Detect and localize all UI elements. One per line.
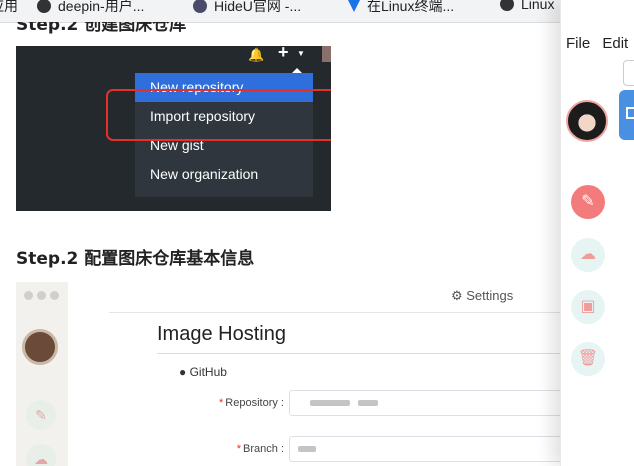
gallery-icon[interactable]: ▣ [571,290,605,324]
bookmark-label: deepin-用户... [58,0,145,14]
avatar [566,100,608,142]
settings-label: ⚙ Settings [451,288,514,303]
bell-icon: 🔔 [248,47,265,62]
globe-icon [500,0,514,11]
required-mark: * [236,443,242,455]
required-mark: * [219,397,224,409]
menu-item-new-organization[interactable]: New organization [135,160,313,189]
window-dot [24,291,33,300]
divider [109,312,560,313]
bookmark-linux[interactable]: Linux [500,0,554,12]
bookmark-label: HideU官网 -... [214,0,302,14]
bookmark-deepin[interactable]: deepin-用户... [37,0,144,16]
repository-input[interactable] [289,390,560,416]
picgo-settings-screenshot: ✎ ☁ ⚙ Settings Image Hosting ● GitHub * R… [16,282,560,466]
repository-label: * Repository : [174,397,284,409]
divider [157,353,560,354]
avatar [322,46,331,62]
window-dot [50,291,59,300]
redacted-value [298,446,316,452]
image-hosting-title: Image Hosting [157,323,286,345]
github-icon: ● [179,365,187,379]
window-dot [37,291,46,300]
bookmark-label: Linux [521,0,555,12]
settings-sidebar: ✎ ☁ [16,282,68,466]
bookmark-label: 在Linux终端... [367,0,455,14]
cloud-icon: ☁ [26,444,56,466]
step-heading-create-repo: Step.2 创建图床仓库 [16,22,187,35]
upload-icon [626,107,634,119]
plus-icon: + [278,46,289,62]
cloud-icon[interactable]: ☁ [571,238,605,272]
bookmark-linux-terminal[interactable]: 在Linux终端... [348,0,454,16]
step-heading-configure-repo: Step.2 配置图床仓库基本信息 [16,249,255,269]
menu-bar: File Edit [566,35,634,52]
bookmark-apps[interactable]: 应用 [0,0,18,16]
globe-icon [37,0,51,13]
bookmark-hideu[interactable]: HideU官网 -... [193,0,301,16]
repository-label-text: Repository : [225,397,284,409]
picgo-window: File Edit ✎ ☁ ▣ 🗑 [560,0,634,466]
avatar [22,329,58,365]
github-section-text: GitHub [189,365,227,379]
github-dropdown-screenshot: 🔔 + ▼ New repository Import repository N… [16,46,331,211]
redacted-value [310,400,350,406]
bookmark-label: 应用 [0,0,18,14]
article-content: Step.2 创建图床仓库 🔔 + ▼ New repository Impor… [0,22,560,466]
branch-input[interactable] [289,436,560,462]
branch-label-text: Branch : [243,443,284,455]
upload-tab[interactable] [619,90,634,140]
highlight-box [106,89,331,141]
branch-label: * Branch : [174,443,284,455]
menu-file[interactable]: File [566,35,590,52]
bookmarks-bar: 应用 deepin-用户... HideU官网 -... 在Linux终端...… [0,0,634,23]
pin-icon [348,0,360,12]
redacted-value [358,400,378,406]
edit-icon: ✎ [26,400,56,430]
trash-icon[interactable]: 🗑 [571,342,605,376]
edit-icon[interactable]: ✎ [571,185,605,219]
search-input[interactable] [623,60,634,86]
menu-edit[interactable]: Edit [602,35,628,52]
github-section-label: ● GitHub [179,365,227,379]
hideu-icon [193,0,207,13]
caret-down-icon: ▼ [297,49,305,58]
